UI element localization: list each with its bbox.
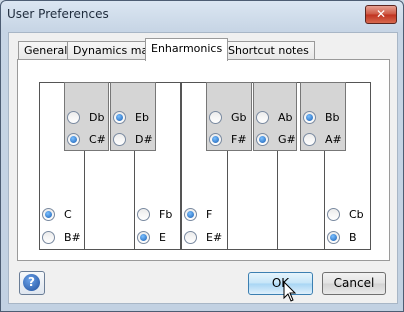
option-label: E# — [206, 230, 223, 244]
enharmonic-option[interactable]: G# — [256, 132, 296, 146]
radio-gb[interactable] — [209, 110, 222, 124]
enharmonic-option[interactable]: Eb — [113, 110, 149, 124]
preferences-window: User Preferences ✕ General Dynamics map … — [0, 0, 404, 312]
enharmonic-option[interactable]: Db — [67, 110, 104, 124]
enharmonic-option[interactable]: E — [137, 230, 166, 244]
enharmonic-option[interactable]: C — [42, 207, 72, 221]
option-label: Gb — [231, 110, 247, 124]
enharmonic-option[interactable]: B — [327, 230, 357, 244]
option-label: B — [349, 230, 357, 244]
option-label: F# — [231, 132, 247, 146]
close-icon: ✕ — [375, 7, 387, 21]
ok-button[interactable]: OK — [248, 272, 313, 295]
radio-cb[interactable] — [327, 207, 340, 221]
radio-eb[interactable] — [113, 110, 126, 124]
option-label: G# — [278, 132, 296, 146]
help-icon: ? — [23, 274, 40, 291]
radio-ab[interactable] — [256, 110, 269, 124]
enharmonic-option[interactable]: F# — [209, 132, 247, 146]
enharmonics-panel: Db C# Eb D# Gb F# Ab G# Bb A# C B# Fb E … — [17, 59, 390, 261]
enharmonic-option[interactable]: Ab — [256, 110, 293, 124]
option-label: Ab — [278, 110, 293, 124]
option-label: D# — [135, 132, 153, 146]
option-label: Db — [89, 110, 105, 124]
option-label: A# — [325, 132, 342, 146]
radio-e-sharp[interactable] — [184, 230, 197, 244]
mouse-pointer-icon — [283, 281, 297, 302]
option-label: Fb — [159, 207, 173, 221]
radio-db[interactable] — [67, 110, 80, 124]
radio-fb[interactable] — [137, 207, 150, 221]
tab-general[interactable]: General — [18, 41, 74, 60]
tab-enharmonics[interactable]: Enharmonics — [145, 38, 229, 61]
enharmonic-option[interactable]: B# — [42, 230, 81, 244]
tab-shortcut-notes[interactable]: Shortcut notes — [222, 41, 315, 60]
enharmonic-option[interactable]: F — [184, 207, 212, 221]
option-label: Eb — [135, 110, 149, 124]
option-label: F — [206, 207, 213, 221]
close-button[interactable]: ✕ — [365, 5, 397, 24]
enharmonic-option[interactable]: D# — [113, 132, 153, 146]
radio-f-sharp[interactable] — [209, 132, 222, 146]
radio-b-sharp[interactable] — [42, 230, 55, 244]
enharmonic-option[interactable]: Gb — [209, 110, 247, 124]
dialog-client: General Dynamics map Enharmonics Shortcu… — [8, 32, 398, 304]
help-button[interactable]: ? — [19, 271, 45, 295]
radio-b[interactable] — [327, 230, 340, 244]
radio-e[interactable] — [137, 230, 150, 244]
enharmonic-option[interactable]: A# — [303, 132, 342, 146]
option-label: E — [159, 230, 166, 244]
radio-bb[interactable] — [303, 110, 316, 124]
option-label: Cb — [349, 207, 364, 221]
option-label: Bb — [325, 110, 340, 124]
radio-d-sharp[interactable] — [113, 132, 126, 146]
cancel-button[interactable]: Cancel — [322, 272, 386, 295]
option-label: C — [64, 207, 72, 221]
option-label: C# — [89, 132, 106, 146]
enharmonic-option[interactable]: C# — [67, 132, 106, 146]
enharmonic-option[interactable]: Cb — [327, 207, 364, 221]
radio-c[interactable] — [42, 207, 55, 221]
enharmonic-option[interactable]: E# — [184, 230, 222, 244]
enharmonic-option[interactable]: Bb — [303, 110, 340, 124]
window-title: User Preferences — [7, 7, 109, 21]
radio-f[interactable] — [184, 207, 197, 221]
radio-c-sharp[interactable] — [67, 132, 80, 146]
radio-a-sharp[interactable] — [303, 132, 316, 146]
option-label: B# — [64, 230, 81, 244]
radio-g-sharp[interactable] — [256, 132, 269, 146]
enharmonic-option[interactable]: Fb — [137, 207, 172, 221]
